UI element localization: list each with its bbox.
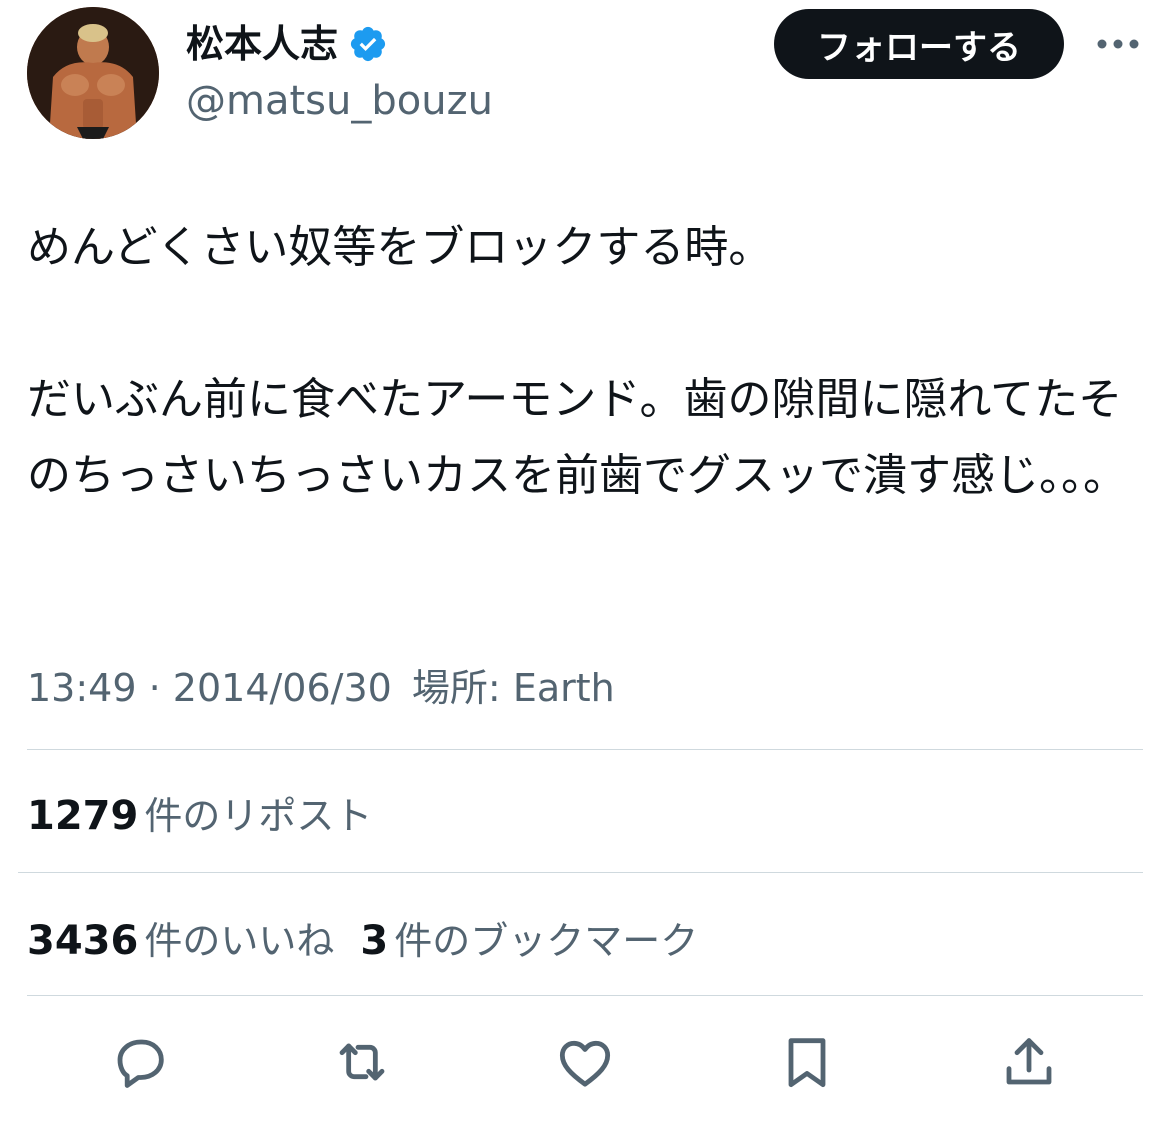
bookmark-icon[interactable]	[775, 1030, 839, 1094]
divider	[27, 995, 1143, 996]
location-label: 場所:	[411, 666, 501, 710]
like-icon[interactable]	[553, 1030, 617, 1094]
tweet-meta: 13:49 · 2014/06/30 場所: Earth	[27, 660, 615, 716]
tweet-text: めんどくさい奴等をブロックする時。 だいぶん前に食べたアーモンド。歯の隙間に隠れ…	[27, 222, 1127, 501]
likes-bookmarks-stats: 3436 件のいいね 3 件のブックマーク	[27, 910, 698, 965]
divider	[27, 749, 1143, 750]
reposts-label: 件のリポスト	[144, 794, 373, 838]
bookmarks-count[interactable]: 3	[360, 918, 388, 964]
likes-count[interactable]: 3436	[27, 918, 138, 964]
reply-icon[interactable]	[108, 1030, 172, 1094]
meta-separator: ·	[148, 666, 161, 710]
repost-icon[interactable]	[330, 1030, 394, 1094]
bookmarks-label[interactable]: 件のブックマーク	[394, 910, 698, 965]
follow-button[interactable]: フォローする	[774, 9, 1064, 79]
avatar[interactable]	[27, 7, 159, 139]
reposts-stat[interactable]: 1279 件のリポスト	[27, 785, 372, 840]
display-name[interactable]: 松本人志	[186, 16, 338, 72]
author-name-row[interactable]: 松本人志	[186, 16, 388, 72]
author-handle[interactable]: @matsu_bouzu	[186, 76, 493, 126]
tweet-date[interactable]: 2014/06/30	[173, 666, 392, 710]
reposts-count: 1279	[27, 793, 139, 839]
avatar-image	[27, 7, 159, 139]
tweet-location[interactable]: Earth	[513, 666, 615, 710]
share-icon[interactable]	[997, 1030, 1061, 1094]
tweet-time[interactable]: 13:49	[27, 666, 137, 710]
divider	[18, 872, 1143, 873]
likes-label[interactable]: 件のいいね	[144, 910, 334, 965]
more-icon[interactable]	[1090, 26, 1146, 62]
verified-badge-icon	[350, 26, 386, 62]
